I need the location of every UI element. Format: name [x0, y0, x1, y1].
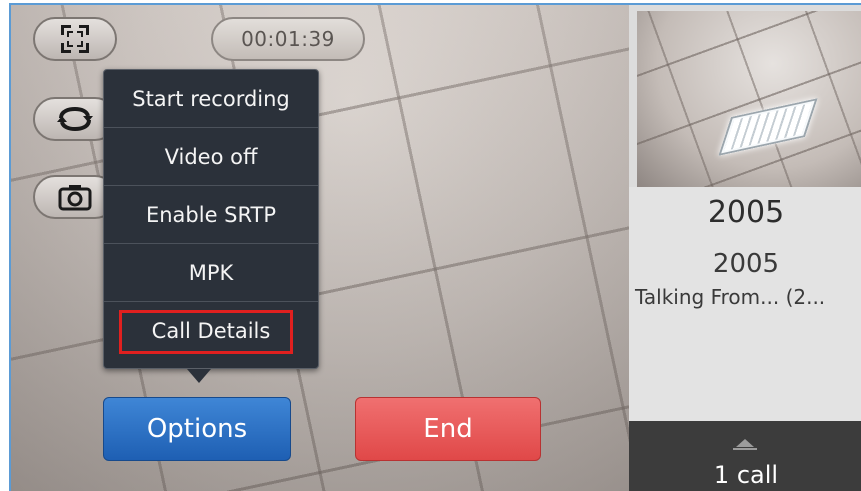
menu-item-label: MPK	[188, 260, 234, 285]
options-menu: Start recording Video off Enable SRTP MP…	[103, 69, 319, 369]
ceiling-light	[718, 98, 818, 156]
menu-item-start-recording[interactable]: Start recording	[104, 70, 318, 128]
call-list-bar[interactable]: 1 call	[629, 421, 861, 491]
call-timer: 00:01:39	[211, 17, 365, 61]
camera-icon	[58, 185, 92, 211]
menu-item-call-details[interactable]: Call Details	[104, 302, 318, 360]
fullscreen-icon	[61, 25, 89, 53]
expand-up-icon-base	[733, 448, 757, 450]
call-status: Talking From... (2...	[635, 285, 826, 309]
remote-party-info: 2005 2005 Talking From... (2...	[629, 187, 861, 421]
menu-item-enable-srtp[interactable]: Enable SRTP	[104, 186, 318, 244]
menu-item-video-off[interactable]: Video off	[104, 128, 318, 186]
remote-party-number: 2005	[712, 249, 780, 279]
menu-item-mpk[interactable]: MPK	[104, 244, 318, 302]
call-screen: 00:01:39 Start recording Video off Enabl…	[9, 3, 861, 491]
options-button[interactable]: Options	[103, 397, 291, 461]
remote-video-thumbnail[interactable]	[637, 11, 861, 187]
menu-item-label: Video off	[164, 144, 258, 169]
end-call-button[interactable]: End	[355, 397, 541, 461]
expand-up-icon	[736, 439, 754, 447]
menu-item-label: Enable SRTP	[145, 202, 277, 227]
menu-item-label: Call Details	[151, 319, 271, 343]
remote-party-name: 2005	[707, 195, 785, 230]
switch-camera-icon	[57, 106, 93, 132]
menu-pointer	[187, 369, 211, 383]
call-count: 1 call	[713, 461, 779, 489]
remote-party-panel: 2005 2005 Talking From... (2... 1 call	[629, 5, 861, 491]
menu-item-label: Start recording	[132, 86, 290, 111]
fullscreen-button[interactable]	[33, 17, 117, 61]
